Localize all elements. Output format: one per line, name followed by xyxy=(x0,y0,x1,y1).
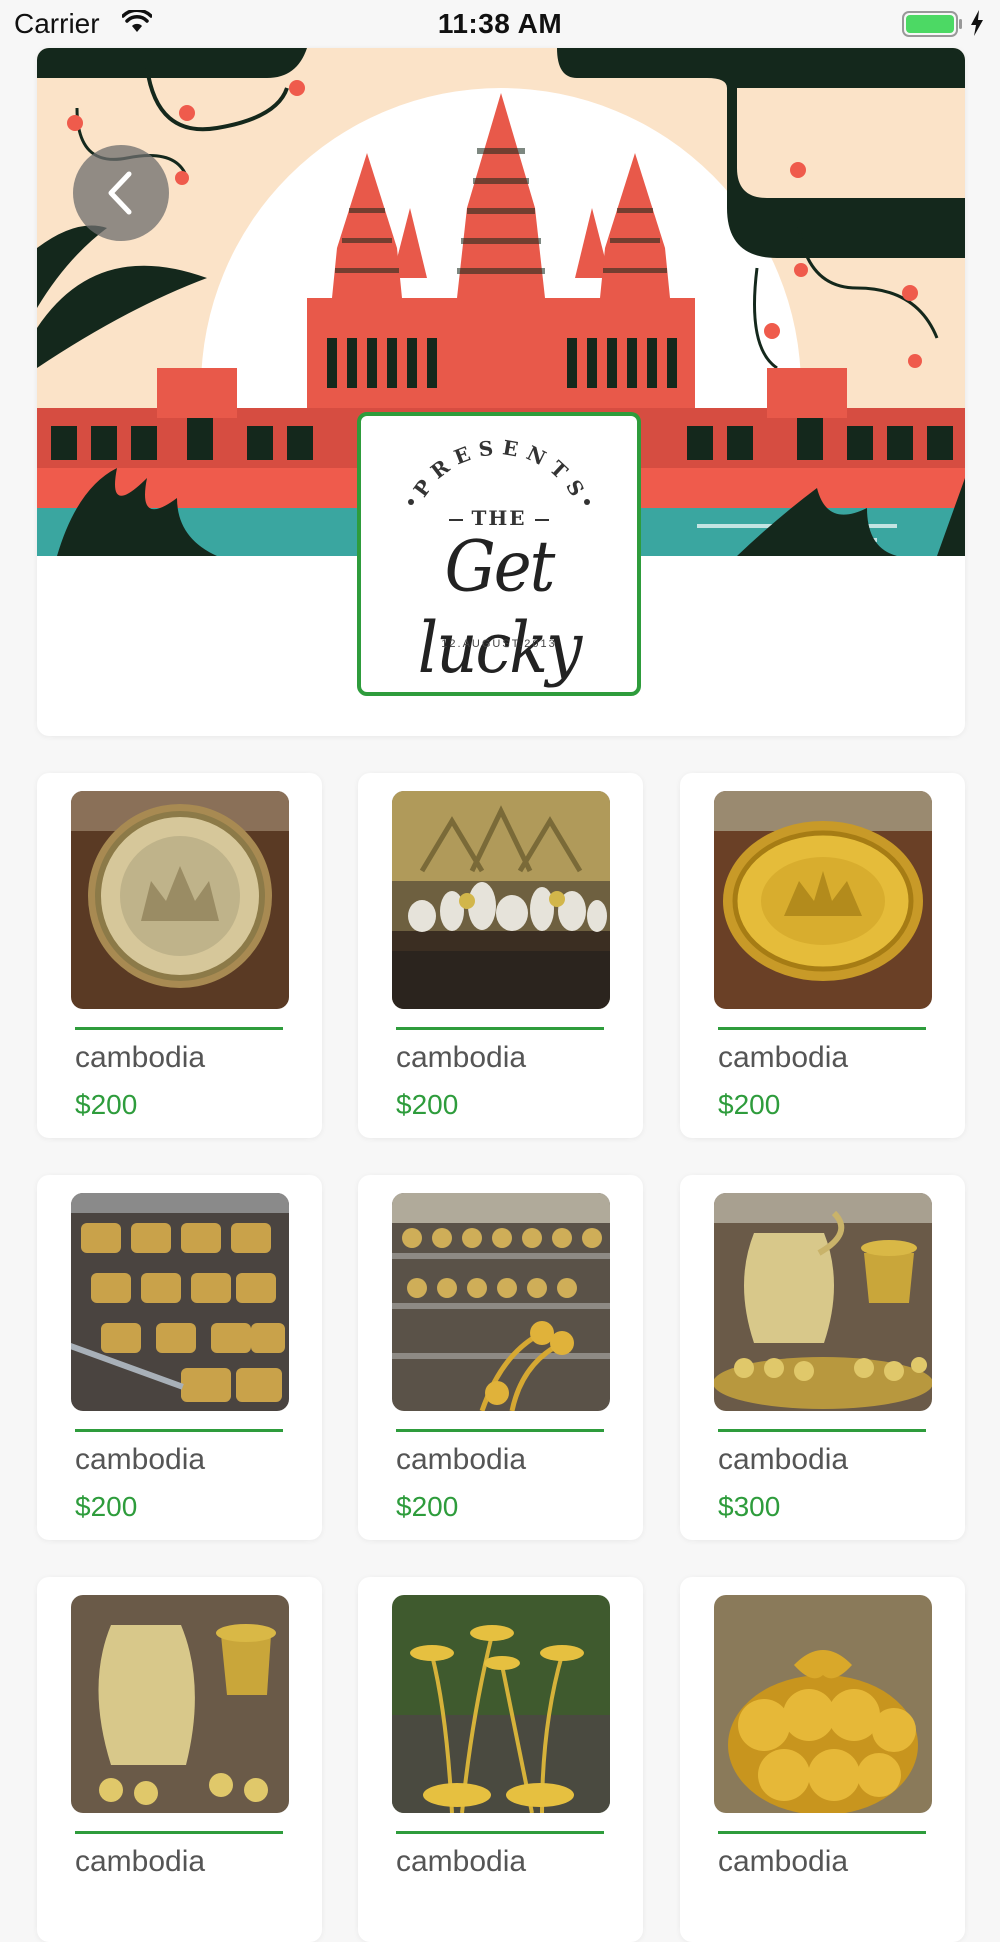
card-divider xyxy=(75,1429,283,1432)
product-price: $300 xyxy=(718,1491,781,1522)
product-card[interactable]: cambodia xyxy=(358,1577,643,1942)
card-divider xyxy=(396,1429,604,1432)
status-bar: Carrier 11:38 AM xyxy=(0,0,1000,48)
product-image xyxy=(71,1193,289,1411)
product-name: cambodia xyxy=(396,1041,527,1074)
product-name: cambodia xyxy=(396,1845,527,1878)
product-card[interactable]: cambodia $200 xyxy=(358,1175,643,1540)
product-card[interactable]: cambodia xyxy=(37,1577,322,1942)
product-image xyxy=(714,1595,932,1813)
product-price: $200 xyxy=(396,1089,459,1120)
back-button[interactable] xyxy=(73,145,169,241)
clock-time: 11:38 AM xyxy=(437,8,563,39)
card-divider xyxy=(75,1831,283,1834)
shop-logo: PRESENTS THE Get lucky 12.AUGUST.2013 xyxy=(357,412,641,696)
card-divider xyxy=(718,1429,926,1432)
card-divider xyxy=(718,1027,926,1030)
logo-date-text: 12.AUGUST.2013 xyxy=(441,638,557,650)
product-image xyxy=(714,1193,932,1411)
presents-arc-text: PRESENTS xyxy=(408,435,594,506)
shop-header-card: PRESENTS THE Get lucky 12.AUGUST.2013 xyxy=(37,48,965,736)
product-name: cambodia xyxy=(75,1443,206,1476)
product-name: cambodia xyxy=(396,1443,527,1476)
card-divider xyxy=(75,1027,283,1030)
product-image xyxy=(392,791,610,1009)
chevron-left-icon xyxy=(108,171,132,215)
product-card[interactable]: cambodia $200 xyxy=(37,773,322,1138)
product-name: cambodia xyxy=(75,1845,206,1878)
product-price: $200 xyxy=(718,1089,781,1120)
card-divider xyxy=(718,1831,926,1834)
charging-bolt-icon xyxy=(970,10,984,41)
product-image xyxy=(714,791,932,1009)
product-image xyxy=(71,1595,289,1813)
product-price: $200 xyxy=(75,1491,138,1522)
logo-title-text: Get lucky xyxy=(417,526,582,690)
product-card[interactable]: cambodia $200 xyxy=(37,1175,322,1540)
product-name: cambodia xyxy=(718,1041,849,1074)
svg-text:PRESENTS: PRESENTS xyxy=(409,435,594,506)
product-card[interactable]: cambodia $300 xyxy=(680,1175,965,1540)
product-card[interactable]: cambodia $200 xyxy=(680,773,965,1138)
product-price: $200 xyxy=(396,1491,459,1522)
product-card[interactable]: cambodia $200 xyxy=(358,773,643,1138)
product-image xyxy=(71,791,289,1009)
product-image xyxy=(392,1193,610,1411)
product-name: cambodia xyxy=(718,1845,849,1878)
card-divider xyxy=(396,1831,604,1834)
product-image xyxy=(392,1595,610,1813)
battery-icon xyxy=(902,11,964,42)
product-price: $200 xyxy=(75,1089,138,1120)
card-divider xyxy=(396,1027,604,1030)
product-name: cambodia xyxy=(718,1443,849,1476)
product-card[interactable]: cambodia xyxy=(680,1577,965,1942)
product-name: cambodia xyxy=(75,1041,206,1074)
